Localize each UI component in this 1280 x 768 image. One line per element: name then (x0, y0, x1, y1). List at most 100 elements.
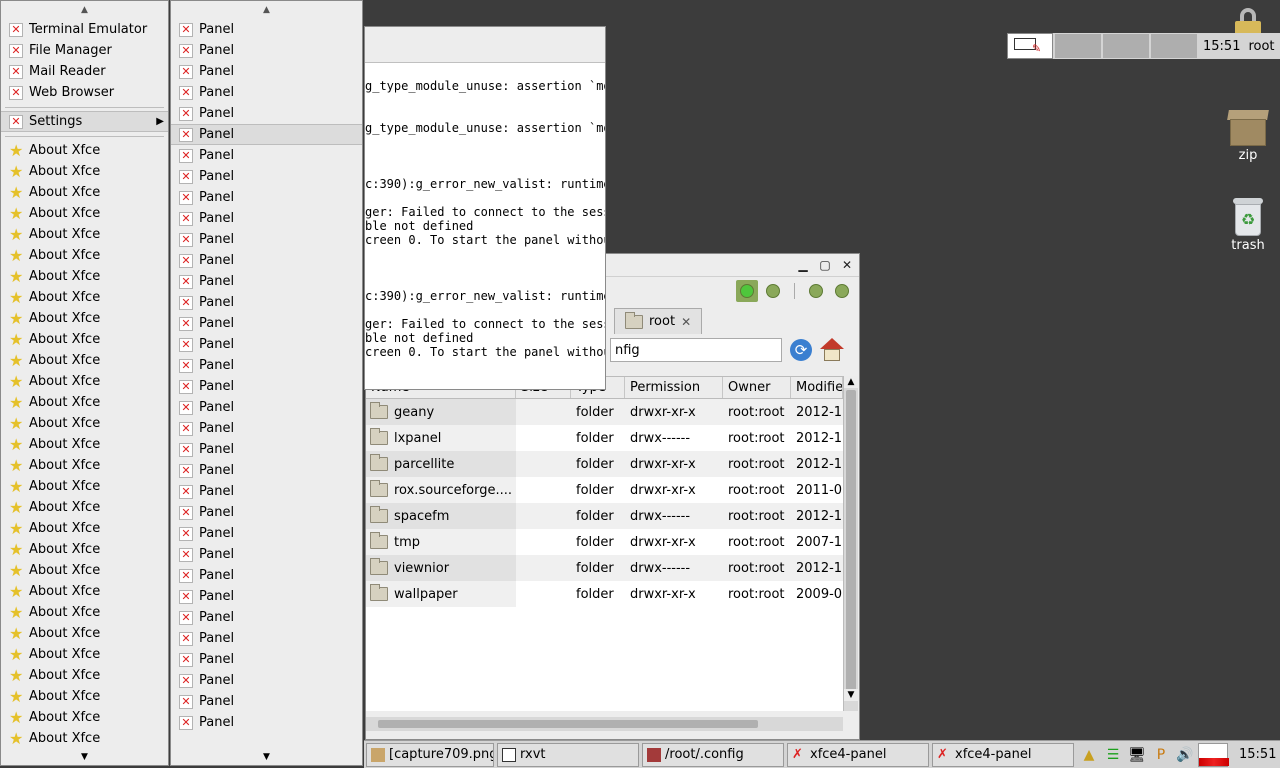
menu-item-panel[interactable]: ✕ Panel (171, 19, 362, 40)
menu-item-panel[interactable]: ✕ Panel (171, 523, 362, 544)
toolbar-button[interactable] (831, 280, 853, 302)
menu-item-panel[interactable]: ✕ Panel (171, 439, 362, 460)
menu-item-about-xfce[interactable]: ★ About Xfce (1, 434, 168, 455)
menu-item-about-xfce[interactable]: ★ About Xfce (1, 476, 168, 497)
menu-item-panel[interactable]: ✕ Panel (171, 229, 362, 250)
menu-item-about-xfce[interactable]: ★ About Xfce (1, 161, 168, 182)
menu-item-about-xfce[interactable]: ★ About Xfce (1, 497, 168, 518)
menu-item-about-xfce[interactable]: ★ About Xfce (1, 686, 168, 707)
toolbar-button[interactable] (805, 280, 827, 302)
menu-item-panel[interactable]: ✕ Panel (171, 40, 362, 61)
table-row[interactable]: geany folder drwxr-xr-x root:root 2012-1 (366, 399, 843, 425)
close-button[interactable]: ✕ (839, 257, 855, 273)
menu-item-about-xfce[interactable]: ★ About Xfce (1, 371, 168, 392)
menu-item-panel[interactable]: ✕ Panel (171, 124, 362, 145)
column-header-permission[interactable]: Permission (625, 377, 723, 398)
menu-item-about-xfce[interactable]: ★ About Xfce (1, 518, 168, 539)
menu-item-panel[interactable]: ✕ Panel (171, 418, 362, 439)
menu-item-panel[interactable]: ✕ Panel (171, 376, 362, 397)
network-icon[interactable]: 🖥 (1127, 745, 1147, 765)
menu-item-panel[interactable]: ✕ Panel (171, 103, 362, 124)
tab-root[interactable]: root ✕ (614, 308, 703, 334)
window-titlebar[interactable] (365, 27, 605, 63)
menu-item-app[interactable]: ✕ Terminal Emulator (1, 19, 168, 40)
menu-item-about-xfce[interactable]: ★ About Xfce (1, 245, 168, 266)
menu-item-panel[interactable]: ✕ Panel (171, 607, 362, 628)
clipboard-icon[interactable]: P (1151, 745, 1171, 765)
task-button-xfce4-panel-2[interactable]: ✗ xfce4-panel (932, 742, 1074, 767)
display-settings-icon[interactable]: ✎ (1007, 33, 1053, 59)
taskbar-clock[interactable]: 15:51 (1239, 747, 1276, 762)
cpu-monitor[interactable] (1198, 742, 1229, 767)
menu-item-about-xfce[interactable]: ★ About Xfce (1, 665, 168, 686)
maximize-button[interactable]: ▢ (817, 257, 833, 273)
menu-item-panel[interactable]: ✕ Panel (171, 628, 362, 649)
desktop-icon-zip[interactable]: zip (1218, 110, 1278, 163)
workspace-button[interactable] (1055, 34, 1101, 58)
menu-item-about-xfce[interactable]: ★ About Xfce (1, 266, 168, 287)
scrollbar-thumb[interactable] (378, 720, 758, 728)
menu-scroll-down-icon[interactable]: ▼ (1, 749, 168, 765)
task-button-rxvt[interactable]: rxvt (497, 742, 639, 767)
desktop-icon-trash[interactable]: ♻ trash (1218, 198, 1278, 253)
task-button-config[interactable]: /root/.config (642, 742, 784, 767)
menu-item-panel[interactable]: ✕ Panel (171, 481, 362, 502)
scrollbar-thumb[interactable] (846, 390, 856, 692)
menu-item-panel[interactable]: ✕ Panel (171, 460, 362, 481)
menu-item-panel[interactable]: ✕ Panel (171, 145, 362, 166)
scroll-up-icon[interactable]: ▲ (844, 376, 858, 388)
menu-item-about-xfce[interactable]: ★ About Xfce (1, 644, 168, 665)
menu-item-about-xfce[interactable]: ★ About Xfce (1, 455, 168, 476)
menu-scroll-up-icon[interactable]: ▲ (1, 1, 168, 19)
menu-item-about-xfce[interactable]: ★ About Xfce (1, 392, 168, 413)
menu-item-about-xfce[interactable]: ★ About Xfce (1, 707, 168, 728)
menu-item-panel[interactable]: ✕ Panel (171, 586, 362, 607)
menu-item-panel[interactable]: ✕ Panel (171, 187, 362, 208)
menu-item-panel[interactable]: ✕ Panel (171, 397, 362, 418)
menu-item-panel[interactable]: ✕ Panel (171, 649, 362, 670)
menu-item-about-xfce[interactable]: ★ About Xfce (1, 350, 168, 371)
home-icon[interactable] (820, 338, 844, 362)
refresh-icon[interactable]: ⟳ (790, 339, 812, 361)
update-notifier-icon[interactable]: ▲ (1079, 745, 1099, 765)
menu-item-about-xfce[interactable]: ★ About Xfce (1, 140, 168, 161)
menu-item-panel[interactable]: ✕ Panel (171, 502, 362, 523)
menu-item-about-xfce[interactable]: ★ About Xfce (1, 602, 168, 623)
horizontal-scrollbar[interactable] (366, 717, 843, 731)
vertical-scrollbar[interactable]: ▲ ▼ (843, 376, 858, 711)
menu-item-about-xfce[interactable]: ★ About Xfce (1, 224, 168, 245)
task-button-xfce4-panel[interactable]: ✗ xfce4-panel (787, 742, 929, 767)
menu-item-about-xfce[interactable]: ★ About Xfce (1, 728, 168, 749)
menu-item-about-xfce[interactable]: ★ About Xfce (1, 287, 168, 308)
menu-item-panel[interactable]: ✕ Panel (171, 208, 362, 229)
menu-item-panel[interactable]: ✕ Panel (171, 250, 362, 271)
menu-item-panel[interactable]: ✕ Panel (171, 292, 362, 313)
menu-item-panel[interactable]: ✕ Panel (171, 670, 362, 691)
menu-item-panel[interactable]: ✕ Panel (171, 565, 362, 586)
menu-scroll-down-icon[interactable]: ▼ (171, 749, 362, 765)
menu-item-about-xfce[interactable]: ★ About Xfce (1, 413, 168, 434)
menu-item-about-xfce[interactable]: ★ About Xfce (1, 539, 168, 560)
terminal-window[interactable]: g_type_module_unuse: assertion `mo g_typ… (364, 26, 606, 390)
column-header-owner[interactable]: Owner (723, 377, 791, 398)
column-header-modified[interactable]: Modifie (791, 377, 843, 398)
tab-close-icon[interactable]: ✕ (681, 315, 691, 329)
toolbar-button[interactable] (762, 280, 784, 302)
table-row[interactable]: rox.sourceforge.... folder drwxr-xr-x root:… (366, 477, 843, 503)
table-row[interactable]: parcellite folder drwxr-xr-x root:root 2012-… (366, 451, 843, 477)
table-row[interactable]: wallpaper folder drwxr-xr-x root:root 2009-0 (366, 581, 843, 607)
menu-scroll-up-icon[interactable]: ▲ (171, 1, 362, 19)
memory-icon[interactable]: ☰ (1103, 745, 1123, 765)
menu-item-panel[interactable]: ✕ Panel (171, 271, 362, 292)
scroll-down-icon[interactable]: ▼ (844, 689, 858, 701)
top-panel-user[interactable]: root (1248, 39, 1274, 54)
menu-item-about-xfce[interactable]: ★ About Xfce (1, 560, 168, 581)
menu-item-about-xfce[interactable]: ★ About Xfce (1, 581, 168, 602)
menu-item-app[interactable]: ✕ Web Browser (1, 82, 168, 103)
table-row[interactable]: tmp folder drwxr-xr-x root:root 2007-1 (366, 529, 843, 555)
menu-item-panel[interactable]: ✕ Panel (171, 334, 362, 355)
menu-item-panel[interactable]: ✕ Panel (171, 544, 362, 565)
workspace-button[interactable] (1103, 34, 1149, 58)
table-row[interactable]: lxpanel folder drwx------ root:root 2012-1 (366, 425, 843, 451)
menu-item-app[interactable]: ✕ Mail Reader (1, 61, 168, 82)
